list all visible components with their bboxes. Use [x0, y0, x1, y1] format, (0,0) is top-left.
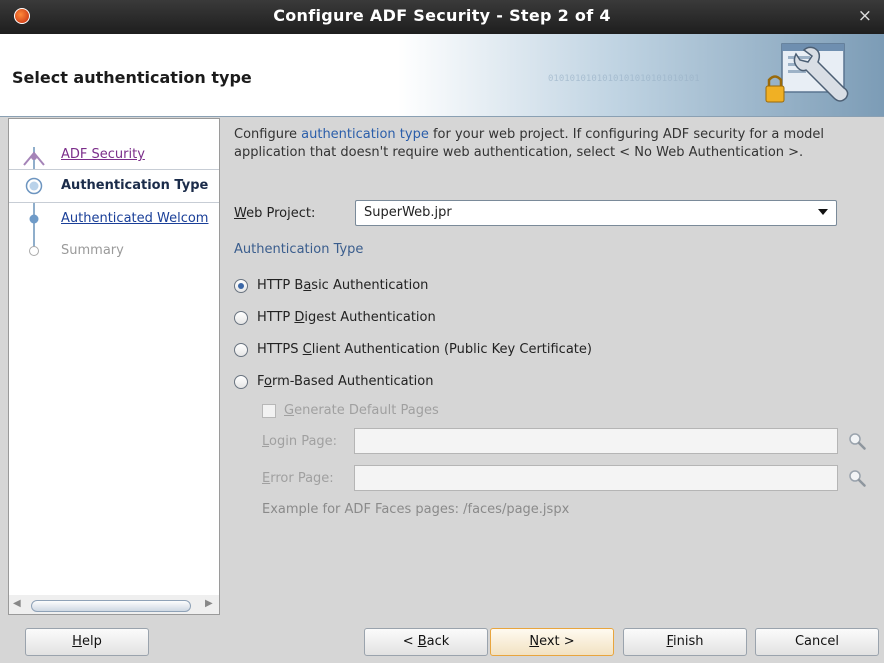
- horizontal-scrollbar[interactable]: ◀ ▶: [9, 595, 219, 614]
- scrollbar-thumb[interactable]: [31, 600, 191, 612]
- radio-label: Form-Based Authentication: [257, 374, 434, 389]
- step-label: ADF Security: [61, 147, 145, 162]
- page-description: Configure authentication type for your w…: [234, 127, 825, 160]
- login-page-input[interactable]: [354, 428, 838, 454]
- help-button[interactable]: Help: [25, 628, 149, 656]
- step-adf-security[interactable]: ADF Security: [9, 139, 219, 171]
- step-label: Authentication Type: [61, 178, 209, 193]
- step-label: Summary: [61, 243, 124, 258]
- radio-unselected-icon[interactable]: [234, 343, 248, 357]
- dropdown-arrow-icon: [818, 209, 828, 215]
- page-title: Select authentication type: [12, 68, 252, 87]
- generate-default-pages-checkbox[interactable]: [262, 404, 276, 418]
- security-wrench-icon: [765, 43, 849, 103]
- close-icon[interactable]: ×: [858, 6, 872, 26]
- generate-default-pages-label: Generate Default Pages: [284, 403, 439, 418]
- auth-type-section-title: Authentication Type: [234, 242, 364, 257]
- web-project-label: Web Project:: [234, 206, 316, 221]
- step-pending-icon: [29, 214, 39, 224]
- login-page-search-icon[interactable]: [848, 432, 866, 450]
- step-summary: Summary: [9, 235, 219, 267]
- cancel-button[interactable]: Cancel: [755, 628, 879, 656]
- step-authentication-type[interactable]: Authentication Type: [9, 169, 219, 203]
- radio-label: HTTP Basic Authentication: [257, 278, 429, 293]
- wizard-header: Select authentication type 0101010101010…: [0, 34, 884, 117]
- help-link[interactable]: authentication type: [301, 127, 429, 142]
- login-page-label: Login Page:: [262, 434, 338, 449]
- step-disabled-icon: [29, 246, 39, 256]
- window-title-bar: Configure ADF Security - Step 2 of 4 ×: [0, 0, 884, 34]
- step-label: Authenticated Welcom: [61, 211, 209, 226]
- radio-unselected-icon[interactable]: [234, 311, 248, 325]
- wizard-steps-panel: ADF Security Authentication Type Authent…: [8, 118, 220, 615]
- error-page-input[interactable]: [354, 465, 838, 491]
- step-authenticated-welcome[interactable]: Authenticated Welcom: [9, 203, 219, 235]
- example-hint: Example for ADF Faces pages: /faces/page…: [262, 502, 570, 517]
- scroll-left-icon[interactable]: ◀: [13, 598, 21, 609]
- web-project-value: SuperWeb.jpr: [364, 205, 452, 220]
- back-button[interactable]: < Back: [364, 628, 488, 656]
- step-current-icon: [25, 177, 43, 195]
- error-page-search-icon[interactable]: [848, 469, 866, 487]
- finish-button[interactable]: Finish: [623, 628, 747, 656]
- step-visited-icon: [23, 151, 45, 166]
- radio-label: HTTP Digest Authentication: [257, 310, 436, 325]
- error-page-label: Error Page:: [262, 471, 334, 486]
- wizard-content: Configure authentication type for your w…: [220, 118, 884, 615]
- web-project-select[interactable]: SuperWeb.jpr: [355, 200, 837, 226]
- next-button[interactable]: Next >: [490, 628, 614, 656]
- binary-decoration: 0101010101010101010101010101: [548, 74, 700, 84]
- radio-selected-icon[interactable]: [234, 279, 248, 293]
- window-title: Configure ADF Security - Step 2 of 4: [273, 6, 611, 25]
- radio-label: HTTPS Client Authentication (Public Key …: [257, 342, 592, 357]
- scroll-right-icon[interactable]: ▶: [205, 598, 213, 609]
- radio-unselected-icon[interactable]: [234, 375, 248, 389]
